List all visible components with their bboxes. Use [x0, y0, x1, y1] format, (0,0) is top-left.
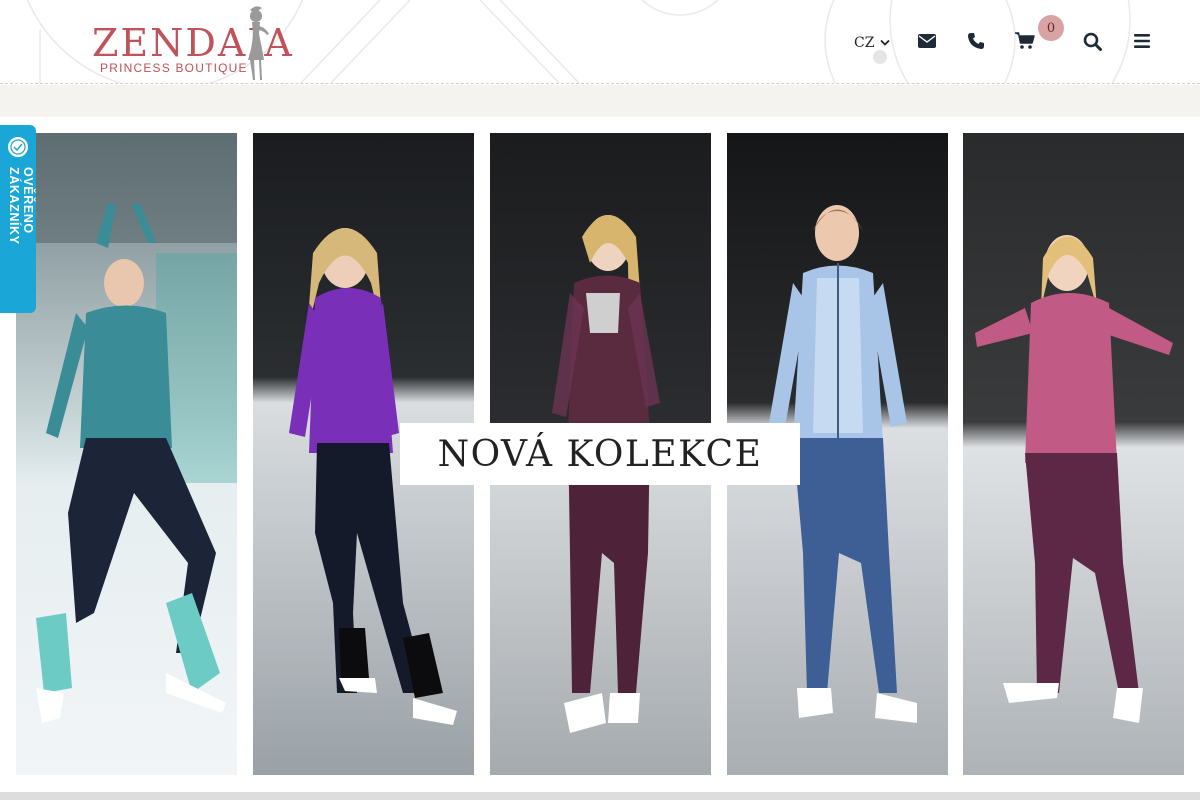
- phone-icon[interactable]: [965, 30, 987, 52]
- site-header: ZENDAIA PRINCESS BOUTIQUE CZ 0: [0, 0, 1200, 84]
- slider-dot: [873, 50, 887, 64]
- hero-banner[interactable]: NOVÁ KOLEKCE: [16, 133, 1184, 775]
- envelope-icon[interactable]: [916, 30, 938, 52]
- brand-logo[interactable]: ZENDAIA PRINCESS BOUTIQUE: [88, 4, 298, 82]
- menu-icon[interactable]: [1131, 30, 1153, 52]
- banner-headline: NOVÁ KOLEKCE: [400, 423, 800, 485]
- verified-badge-icon: [6, 135, 30, 159]
- sub-header-bar: [0, 85, 1200, 117]
- search-icon[interactable]: [1081, 30, 1103, 52]
- verified-reviews-label: OVĚŘENO ZÁKAZNÍKY: [7, 167, 35, 245]
- language-code: CZ: [854, 35, 875, 51]
- banner-photo-1: [16, 133, 237, 775]
- verified-reviews-tab[interactable]: OVĚŘENO ZÁKAZNÍKY: [0, 125, 36, 313]
- page-bottom-strip: [0, 792, 1200, 800]
- banner-photo-5: [963, 133, 1184, 775]
- cart-icon[interactable]: [1014, 30, 1036, 52]
- logo-tagline: PRINCESS BOUTIQUE: [100, 61, 248, 75]
- chevron-down-icon: [880, 39, 891, 46]
- language-selector[interactable]: CZ: [854, 33, 891, 53]
- cart-count-badge: 0: [1038, 15, 1064, 41]
